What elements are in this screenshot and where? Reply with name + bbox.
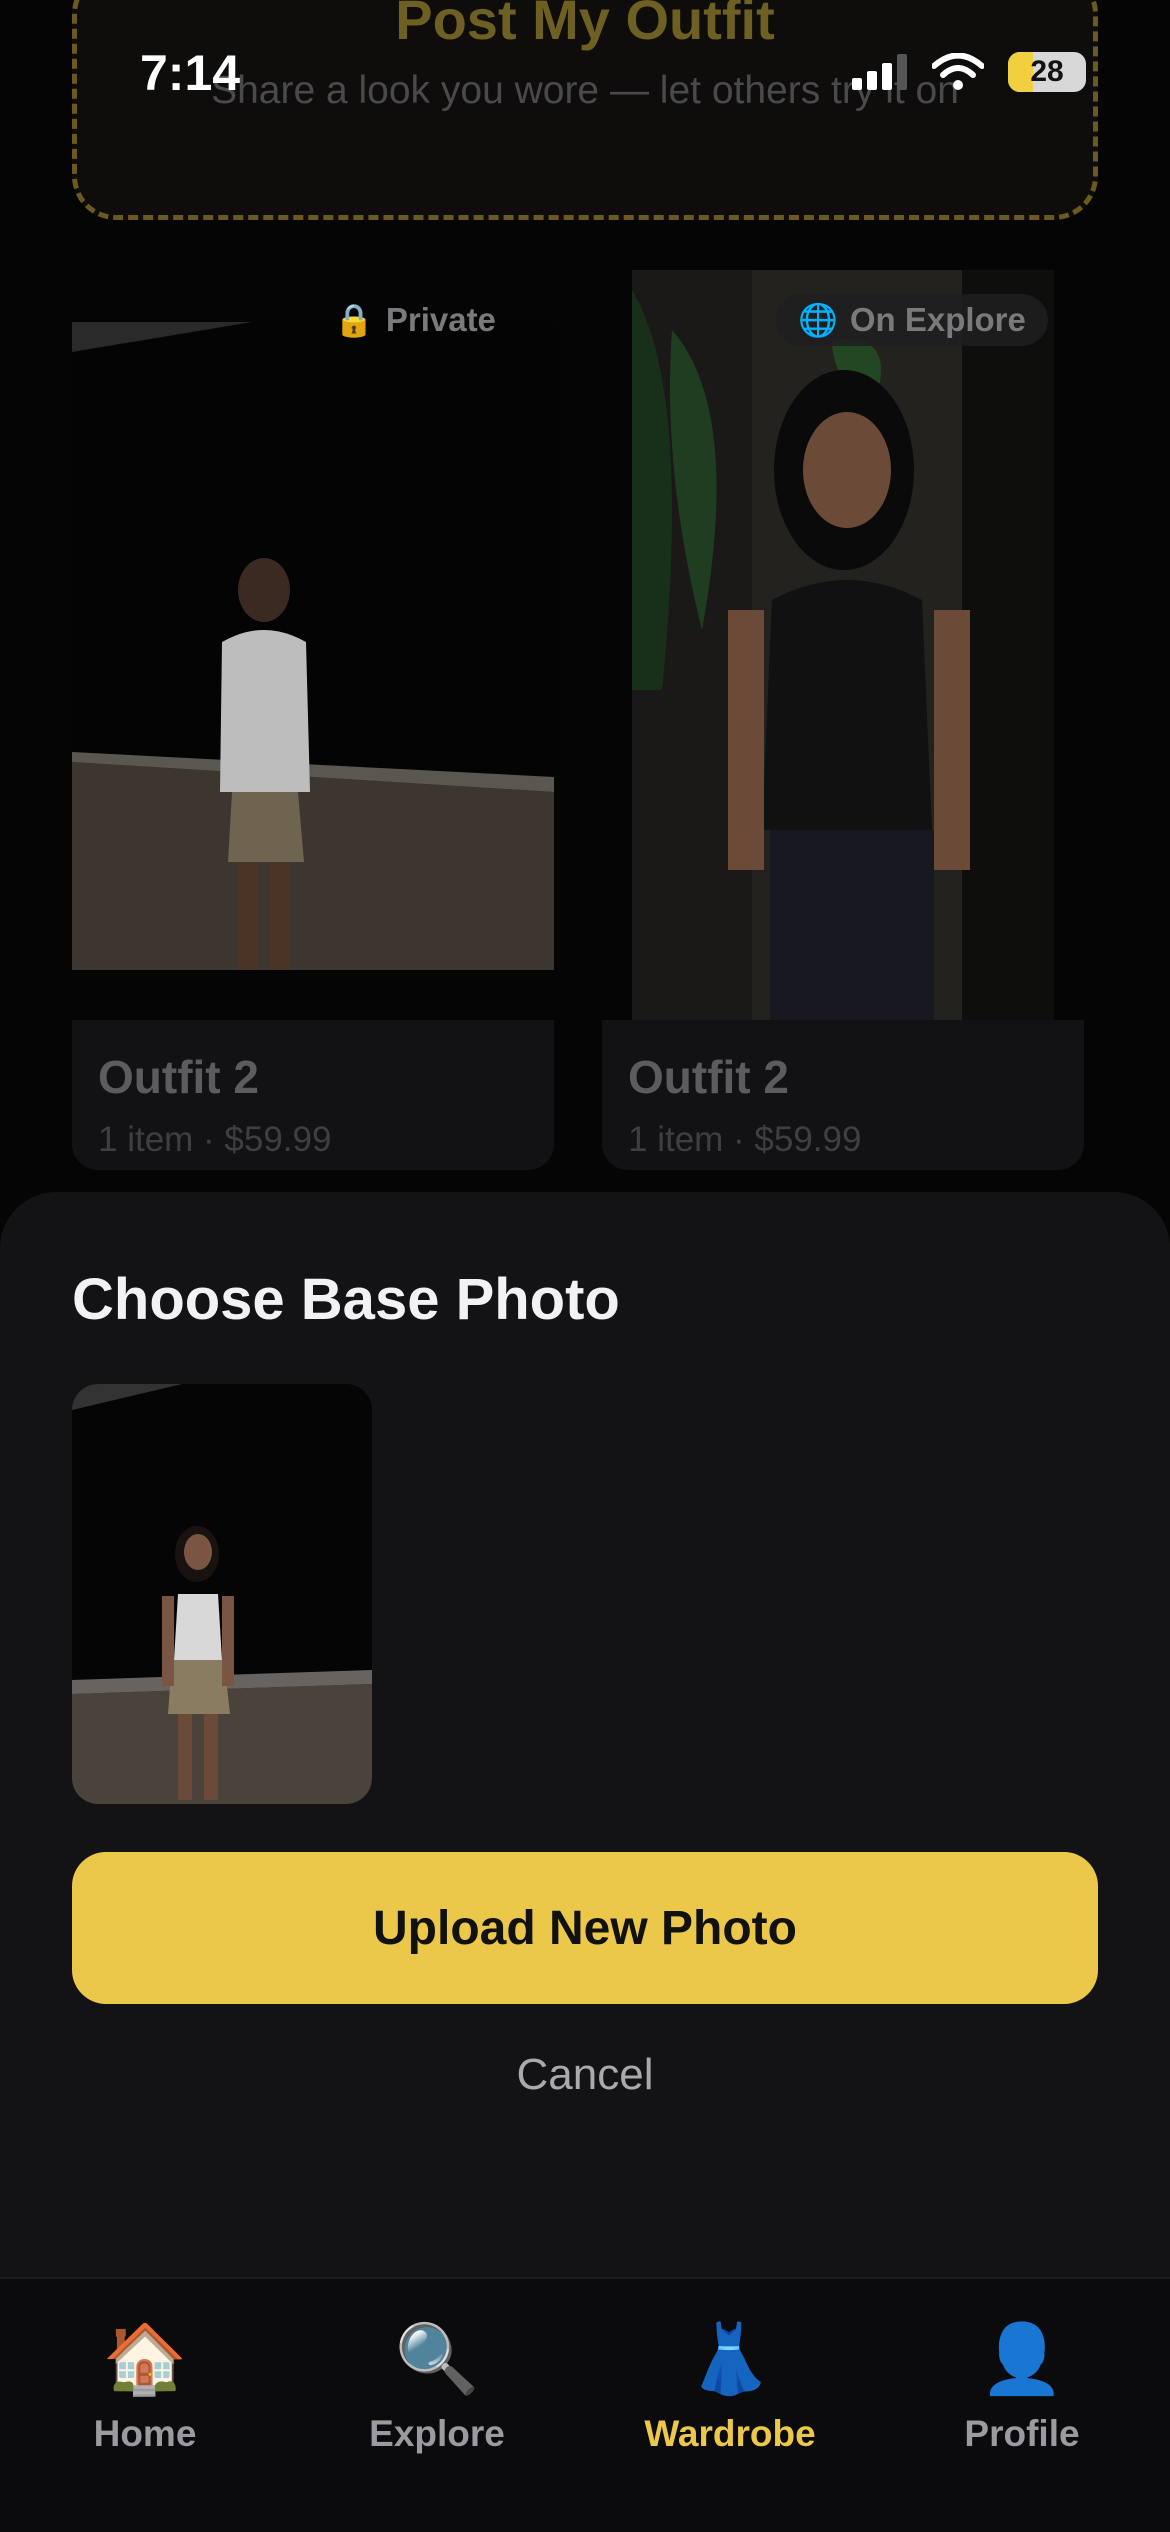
outfit-photo [72, 322, 554, 970]
outfit-card[interactable]: 🔒 Private Outfit 2 1 item · $59.99 [72, 270, 557, 1170]
dress-icon: 👗 [687, 2321, 773, 2397]
magnifier-icon: 🔍 [394, 2321, 480, 2397]
outfit-meta: 1 item · $59.99 [98, 1120, 332, 1159]
tab-bar: 🏠 Home 🔍 Explore 👗 Wardrobe 👤 Profile [0, 2277, 1170, 2532]
tab-home[interactable]: 🏠 Home [45, 2319, 245, 2455]
house-icon: 🏠 [102, 2321, 188, 2397]
globe-icon: 🌐 [798, 302, 838, 338]
upload-new-photo-button[interactable]: Upload New Photo [72, 1852, 1098, 2004]
outfit-title: Outfit 2 [628, 1051, 789, 1103]
battery-level: 28 [1030, 55, 1064, 88]
choose-base-photo-sheet: Choose Base Photo Upload New Photo Cance… [0, 1192, 1170, 2277]
person-icon: 👤 [979, 2321, 1065, 2397]
visibility-badge: 🌐 On Explore [776, 294, 1048, 346]
status-indicators: 28 [852, 52, 1086, 92]
outfit-info: Outfit 2 1 item · $59.99 [72, 1020, 554, 1170]
tab-label: Explore [369, 2413, 505, 2454]
sheet-title: Choose Base Photo [72, 1267, 620, 1332]
status-time: 7:14 [140, 45, 241, 101]
battery-icon: 28 [1008, 52, 1086, 92]
outfit-title: Outfit 2 [98, 1051, 259, 1103]
post-my-outfit-card[interactable]: Post My Outfit Share a look you wore — l… [72, 0, 1098, 220]
tab-label: Wardrobe [644, 2413, 816, 2454]
cellular-signal-icon [852, 54, 907, 90]
wifi-icon [932, 53, 984, 90]
outfit-meta: 1 item · $59.99 [628, 1120, 862, 1159]
outfit-photo [632, 270, 1054, 1020]
outfit-info: Outfit 2 1 item · $59.99 [602, 1020, 1084, 1170]
visibility-badge: 🔒 Private [312, 294, 518, 346]
tab-label: Profile [964, 2413, 1080, 2454]
outfit-card[interactable]: 🌐 On Explore Outfit 2 1 item · $59.99 [602, 270, 1087, 1170]
visibility-badge-label: On Explore [849, 301, 1026, 338]
tab-wardrobe[interactable]: 👗 Wardrobe [630, 2319, 830, 2455]
cancel-button[interactable]: Cancel [0, 2050, 1170, 2100]
tab-label: Home [93, 2413, 197, 2454]
visibility-badge-label: Private [385, 301, 496, 338]
tab-profile[interactable]: 👤 Profile [922, 2319, 1122, 2455]
lock-icon: 🔒 [334, 302, 374, 338]
base-photo-thumbnail[interactable] [72, 1384, 372, 1804]
tab-explore[interactable]: 🔍 Explore [337, 2319, 537, 2455]
